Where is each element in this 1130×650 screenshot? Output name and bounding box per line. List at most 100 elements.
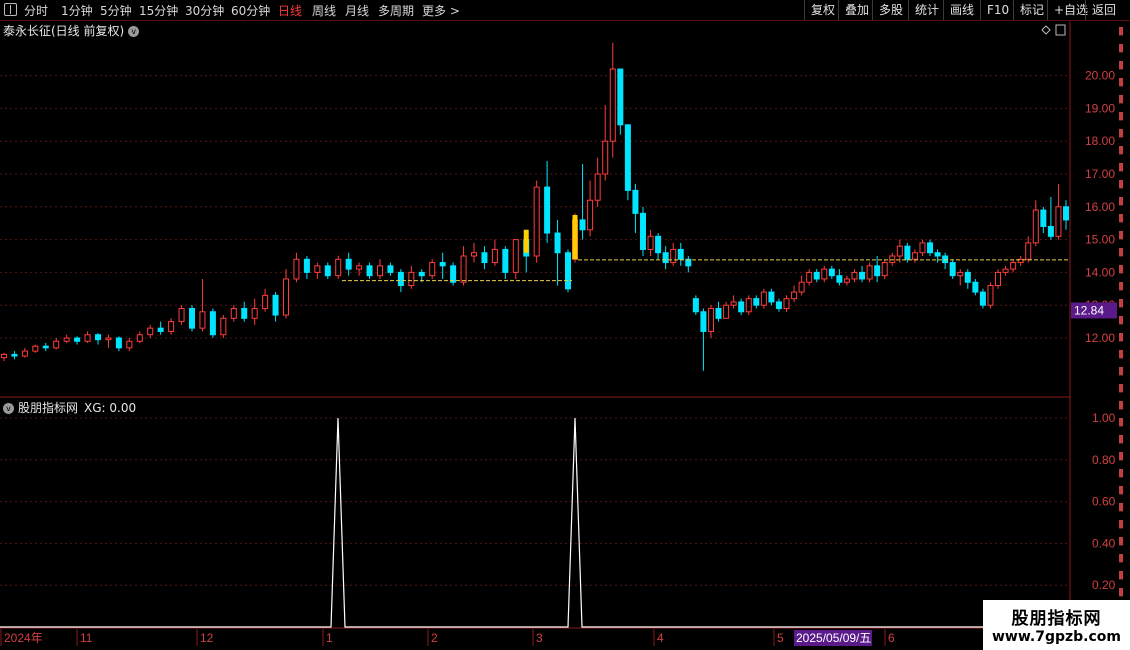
candle [828,268,835,277]
candle [987,285,994,306]
candle [512,239,519,273]
candle [283,278,289,316]
expand-icon [1055,24,1066,36]
candle [866,265,873,280]
candle [53,340,60,349]
price-tick-label: 16.00 [1085,200,1115,214]
cursor-date-label: 2025/05/09/五 [796,631,871,645]
kline-chart[interactable]: 20.0019.0018.0017.0016.0015.0014.0013.00… [0,0,1130,650]
date-label: 11 [80,631,93,645]
indicator-tick-label: 0.40 [1092,536,1116,550]
price-tick-label: 12.00 [1085,331,1115,345]
candle [189,307,195,329]
candle [377,265,383,277]
candle [979,291,986,306]
candle [602,140,609,175]
candle [1032,209,1039,244]
candle [1063,206,1069,221]
candle [356,265,363,270]
candle [491,248,498,264]
candle [439,262,446,267]
candle [843,278,850,283]
signal-bar [572,215,578,260]
candle [1055,206,1062,237]
candle [1047,225,1054,237]
candle [972,281,979,293]
candle [251,307,258,319]
candle [791,291,798,300]
candle [366,265,373,277]
date-label: 12 [200,631,214,645]
indicator-tick-label: 0.80 [1092,453,1116,467]
candle [587,199,594,231]
date-label: 3 [536,631,543,645]
candle [1040,209,1047,227]
candle [821,268,828,280]
candle [881,262,888,277]
candle [21,350,28,357]
candle [707,307,714,332]
candle [942,255,949,264]
candle [63,337,70,342]
candle [647,235,654,250]
indicator-tick-label: 0.20 [1092,578,1116,592]
price-tick-label: 19.00 [1085,101,1115,115]
diamond-icon [1041,25,1051,35]
candle [74,337,81,342]
candle [919,242,926,254]
candle [168,321,175,332]
candle [851,271,858,280]
price-tick-label: 18.00 [1085,134,1115,148]
candle [1002,268,1009,273]
candle [594,173,601,201]
price-tick-label: 20.00 [1085,69,1115,83]
candle [32,345,39,352]
candle [1010,262,1017,270]
candle [806,271,813,283]
candle [429,262,436,277]
price-tick-label: 15.00 [1085,233,1115,247]
candle [450,265,457,283]
candle [1,353,7,359]
candle [418,271,425,277]
candle [692,298,699,313]
candle [471,252,477,257]
candle [209,311,216,336]
candle [836,275,843,283]
candle [554,232,561,254]
candle [1025,242,1032,260]
price-tick-label: 17.00 [1085,167,1115,181]
candle [11,353,18,357]
candle [95,334,101,341]
indicator-line [0,417,1070,628]
price-tick-label: 14.00 [1085,265,1115,279]
candle [715,307,722,319]
candle [677,248,684,260]
watermark-logo: 股朋指标网 www.7gpzb.com [983,600,1130,650]
candle [565,252,571,290]
candle [42,345,49,349]
candle [813,271,820,280]
candle [760,291,767,306]
candle [655,235,662,254]
candle [670,248,677,264]
candle [460,255,467,283]
candle [639,212,646,250]
candle [230,307,237,319]
candle [632,189,639,214]
candle [798,281,805,293]
candle [579,219,586,231]
candle [147,327,154,336]
candle [397,271,404,287]
candle [262,294,269,309]
candle [115,337,122,349]
candle [859,271,866,280]
candle [609,68,616,142]
candle [934,252,941,257]
date-label: 4 [657,631,664,645]
candle [911,252,918,260]
candle [293,258,300,280]
candle [730,301,737,306]
candle [700,311,707,332]
candle [241,307,248,319]
